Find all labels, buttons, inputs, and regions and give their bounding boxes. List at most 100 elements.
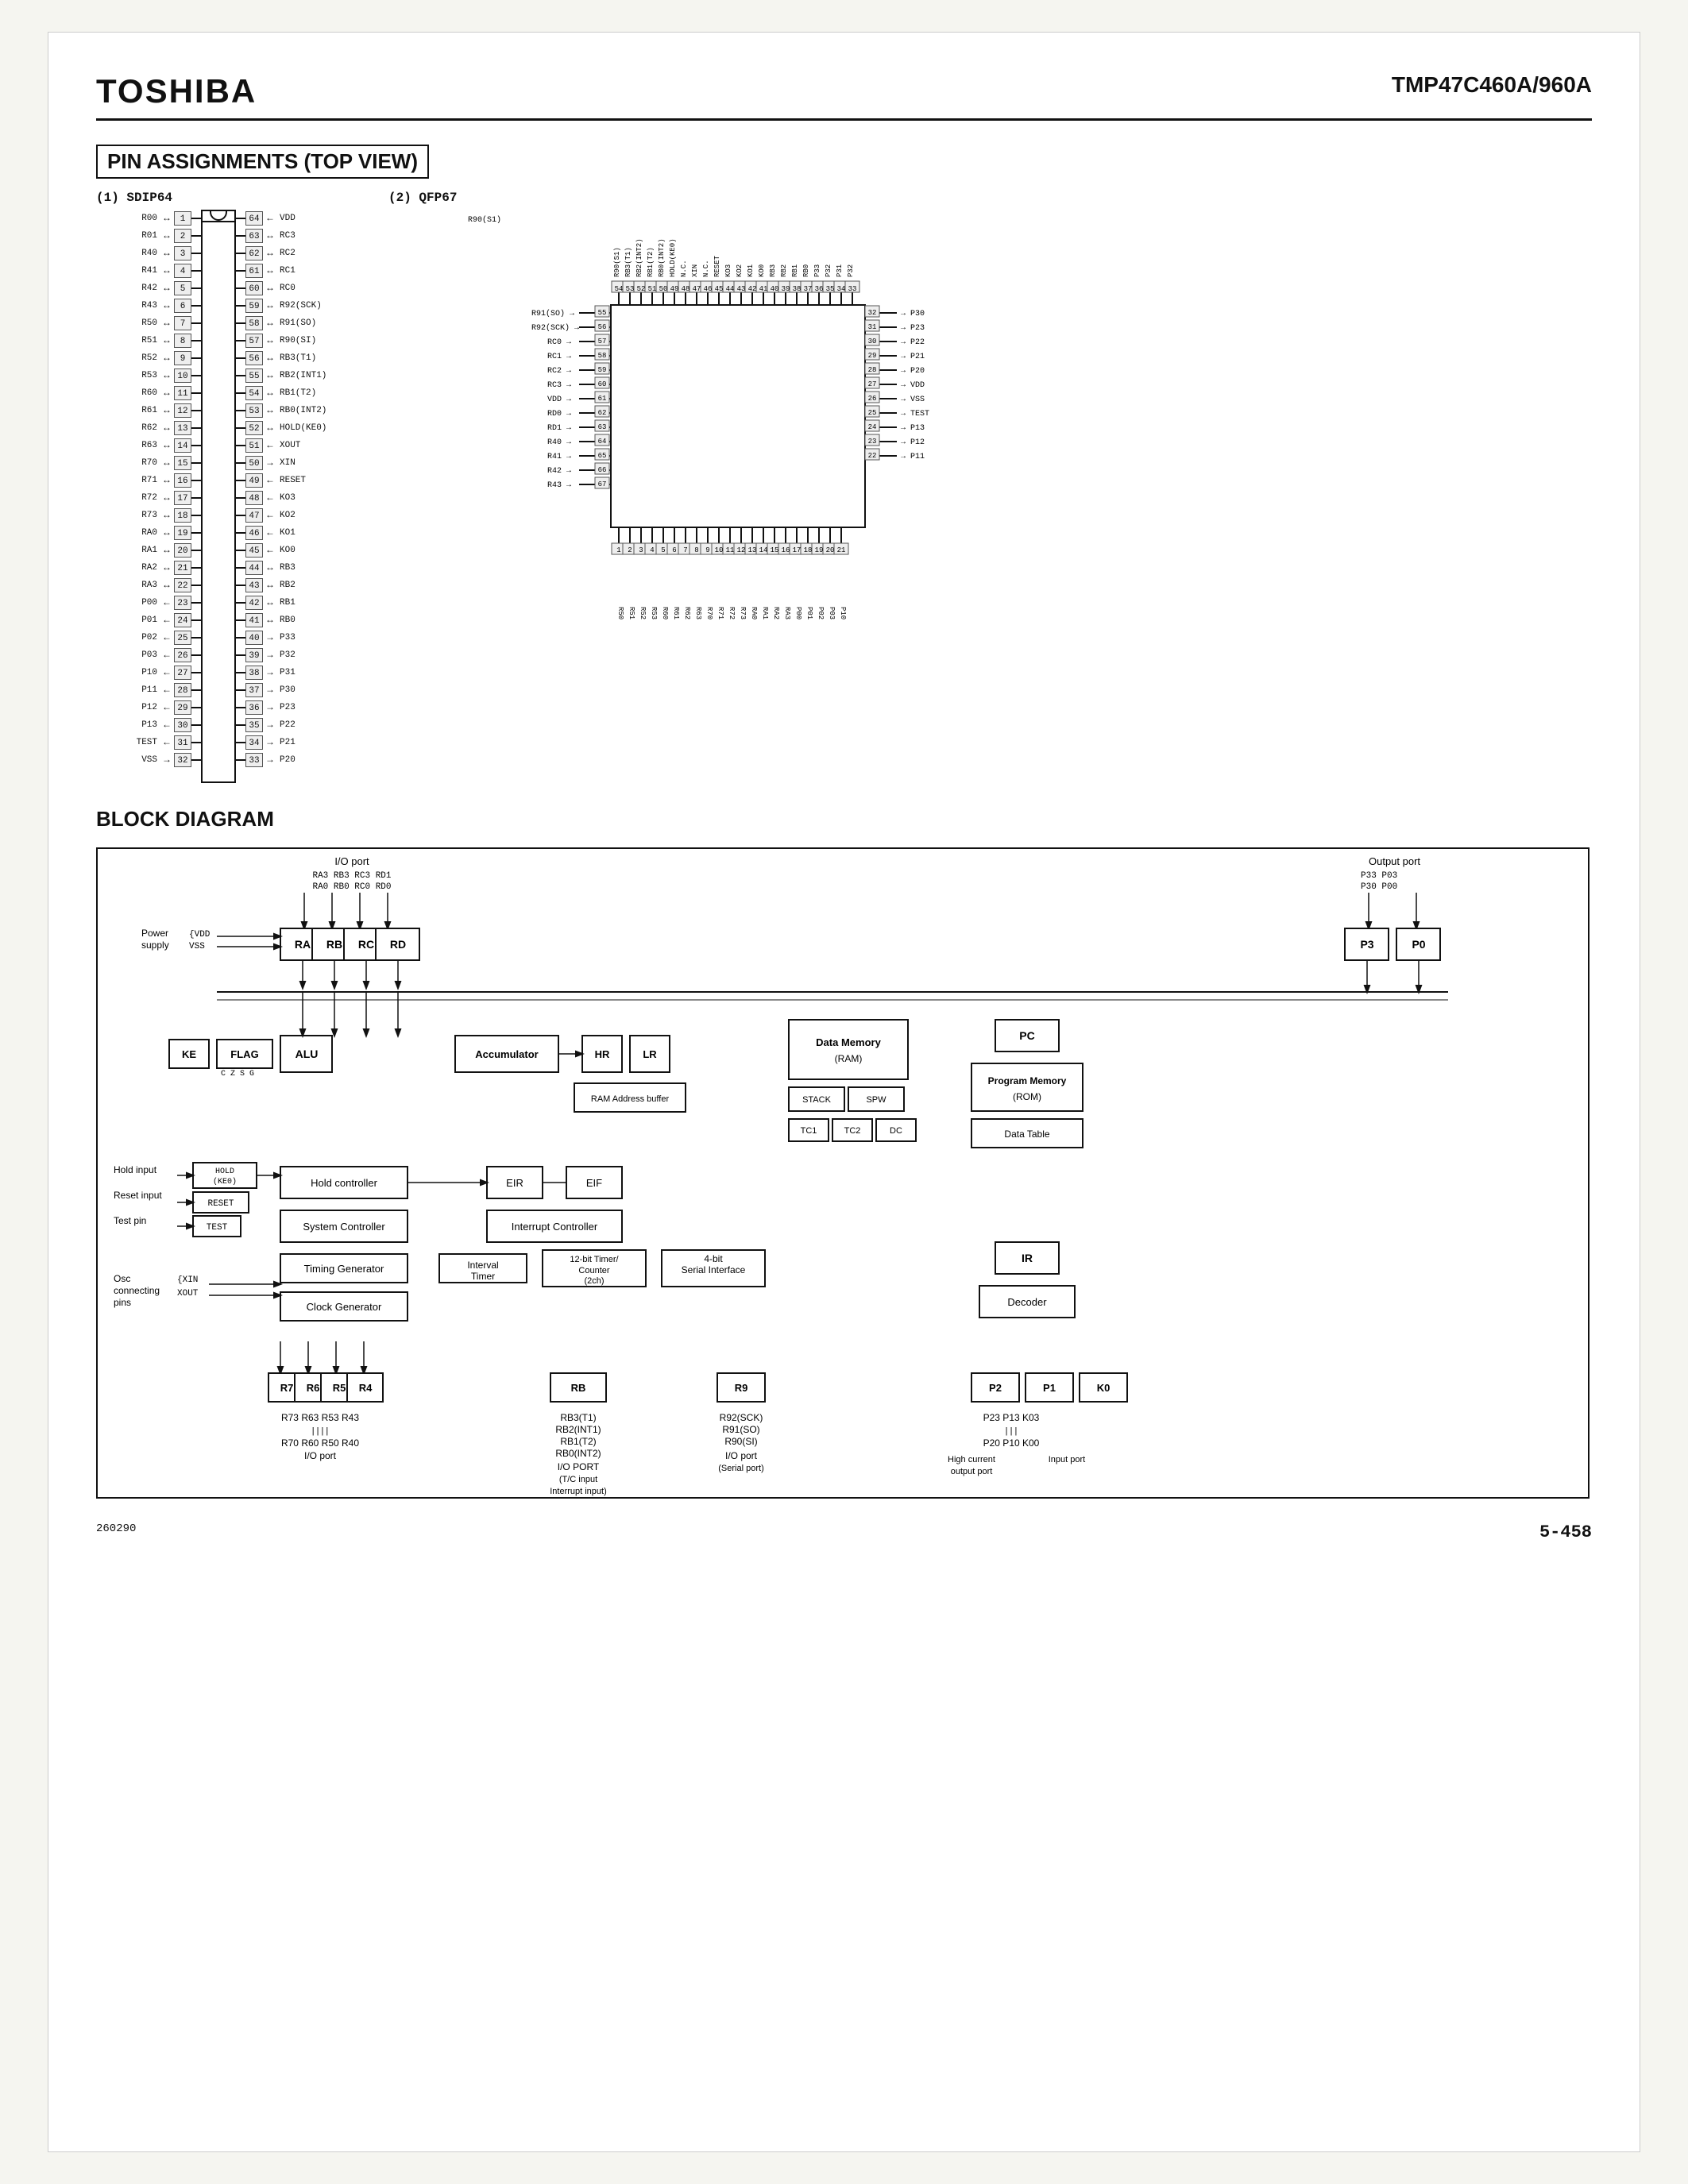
svg-text:Reset input: Reset input xyxy=(114,1190,162,1201)
table-row: P01←24 xyxy=(96,612,201,629)
svg-text:Accumulator: Accumulator xyxy=(475,1048,538,1060)
svg-text:62: 62 xyxy=(598,409,607,417)
svg-text:RD1 →: RD1 → xyxy=(547,424,571,433)
svg-text:35: 35 xyxy=(826,285,835,293)
qfp67-svg: R90(S1) 54 xyxy=(388,210,1342,623)
qfp-left-pins: 55 R91(SO) → 56 R92(SCK) → 57 RC0 → 58 xyxy=(531,306,611,490)
svg-text:{XIN: {XIN xyxy=(177,1275,198,1285)
svg-text:28: 28 xyxy=(868,366,877,374)
svg-text:P0: P0 xyxy=(1412,938,1425,951)
svg-text:KE: KE xyxy=(182,1048,196,1060)
svg-text:RC3 →: RC3 → xyxy=(547,381,571,390)
svg-text:5: 5 xyxy=(661,546,665,554)
svg-text:→ VSS: → VSS xyxy=(901,396,925,404)
svg-text:HR: HR xyxy=(595,1048,610,1060)
svg-text:RC0 →: RC0 → xyxy=(547,338,571,347)
svg-text:RB: RB xyxy=(326,938,342,951)
table-row: R60↔11 xyxy=(96,384,201,402)
svg-text:Data Table: Data Table xyxy=(1004,1129,1049,1140)
table-row: 53↔RB0(INT2) xyxy=(236,402,341,419)
sdip-right-col: 64←VDD 63↔RC3 62↔RC2 61↔RC1 60↔RC0 59↔R9… xyxy=(236,210,341,769)
svg-text:61: 61 xyxy=(598,395,607,403)
svg-text:59: 59 xyxy=(598,366,607,374)
svg-text:9: 9 xyxy=(705,546,709,554)
svg-text:→ P13: → P13 xyxy=(901,424,925,433)
svg-text:(KE0): (KE0) xyxy=(213,1177,237,1187)
svg-text:supply: supply xyxy=(141,940,169,951)
table-row: R40↔3 xyxy=(96,245,201,262)
svg-text:52: 52 xyxy=(637,285,646,293)
svg-text:KO2: KO2 xyxy=(736,264,744,277)
svg-text:→ TEST: → TEST xyxy=(901,410,929,419)
table-row: RA1↔20 xyxy=(96,542,201,559)
svg-text:2: 2 xyxy=(628,546,632,554)
svg-text:KO1: KO1 xyxy=(747,264,755,277)
svg-text:KO0: KO0 xyxy=(758,264,766,277)
table-row: 63↔RC3 xyxy=(236,227,341,245)
sdip64-body: R00↔1 R01↔2 R40↔3 R41↔4 R42↔5 R43↔6 R50↔… xyxy=(96,210,341,783)
table-row: R50↔7 xyxy=(96,314,201,332)
svg-text:→ P23: → P23 xyxy=(901,324,925,333)
block-diagram-section: BLOCK DIAGRAM I/O port RA3 RB3 RC3 RD1 R… xyxy=(96,807,1592,1499)
svg-text:58: 58 xyxy=(598,352,607,360)
svg-text:High current: High current xyxy=(948,1455,995,1464)
svg-text:R5: R5 xyxy=(333,1382,346,1394)
svg-text:22: 22 xyxy=(868,452,877,460)
svg-text:36: 36 xyxy=(815,285,824,293)
svg-text:EIF: EIF xyxy=(586,1177,602,1189)
table-row: 37→P30 xyxy=(236,681,341,699)
svg-text:→ P12: → P12 xyxy=(901,438,925,447)
svg-text:R9: R9 xyxy=(735,1382,748,1394)
svg-text:Hold input: Hold input xyxy=(114,1164,157,1175)
table-row: 48←KO3 xyxy=(236,489,341,507)
svg-text:65: 65 xyxy=(598,452,607,460)
svg-text:R73 R63 R53 R43: R73 R63 R53 R43 xyxy=(281,1412,359,1423)
table-row: R73↔18 xyxy=(96,507,201,524)
svg-text:VSS: VSS xyxy=(189,942,205,951)
part-number: TMP47C460A/960A xyxy=(1392,72,1592,98)
svg-text:Data Memory: Data Memory xyxy=(816,1036,881,1048)
svg-text:4: 4 xyxy=(650,546,654,554)
pin-assignments-section: PIN ASSIGNMENTS (TOP VIEW) (1) SDIP64 R0… xyxy=(96,145,1592,783)
svg-text:Test pin: Test pin xyxy=(114,1215,146,1226)
svg-text:Input port: Input port xyxy=(1049,1455,1085,1464)
svg-text:RB3(T1): RB3(T1) xyxy=(560,1412,596,1423)
table-row: 39→P32 xyxy=(236,646,341,664)
doc-number: 260290 xyxy=(96,1522,136,1542)
svg-text:7: 7 xyxy=(683,546,687,554)
pin-assignments-title: PIN ASSIGNMENTS (TOP VIEW) xyxy=(96,145,429,179)
svg-text:27: 27 xyxy=(868,380,877,388)
svg-text:RAM Address buffer: RAM Address buffer xyxy=(591,1094,670,1104)
qfp-right-pins: 32 → P30 31 → P23 30 → P22 29 → P21 xyxy=(865,306,929,461)
svg-text:R91(SO) →: R91(SO) → xyxy=(531,309,574,318)
svg-text:RC2 →: RC2 → xyxy=(547,367,571,376)
svg-text:51: 51 xyxy=(648,285,657,293)
table-row: 55↔RB2(INT1) xyxy=(236,367,341,384)
svg-text:Serial Interface: Serial Interface xyxy=(682,1264,746,1275)
table-row: P03←26 xyxy=(96,646,201,664)
table-row: 61↔RC1 xyxy=(236,262,341,280)
table-row: VSS→32 xyxy=(96,751,201,769)
svg-text:{VDD: {VDD xyxy=(189,930,211,940)
svg-text:50: 50 xyxy=(659,285,668,293)
svg-text:→ P30: → P30 xyxy=(901,310,925,318)
svg-text:30: 30 xyxy=(868,338,877,345)
svg-text:P23 P13 K03: P23 P13 K03 xyxy=(983,1412,1040,1423)
table-row: 59↔R92(SCK) xyxy=(236,297,341,314)
table-row: 42↔RB1 xyxy=(236,594,341,612)
svg-text:34: 34 xyxy=(837,285,846,293)
svg-text:R42 →: R42 → xyxy=(547,467,571,476)
svg-text:R7: R7 xyxy=(280,1382,294,1394)
block-diagram-svg: I/O port RA3 RB3 RC3 RD1 RA0 RB0 RC0 RD0… xyxy=(96,847,1590,1499)
table-row: 43↔RB2 xyxy=(236,577,341,594)
table-row: P02←25 xyxy=(96,629,201,646)
svg-text:P32: P32 xyxy=(847,264,855,277)
svg-text:P1: P1 xyxy=(1043,1382,1056,1394)
table-row: RA3↔22 xyxy=(96,577,201,594)
svg-text:38: 38 xyxy=(793,285,802,293)
svg-text:41: 41 xyxy=(759,285,768,293)
svg-text:TEST: TEST xyxy=(207,1223,228,1233)
svg-text:13: 13 xyxy=(748,546,757,554)
table-row: TEST←31 xyxy=(96,734,201,751)
svg-text:17: 17 xyxy=(793,546,802,554)
